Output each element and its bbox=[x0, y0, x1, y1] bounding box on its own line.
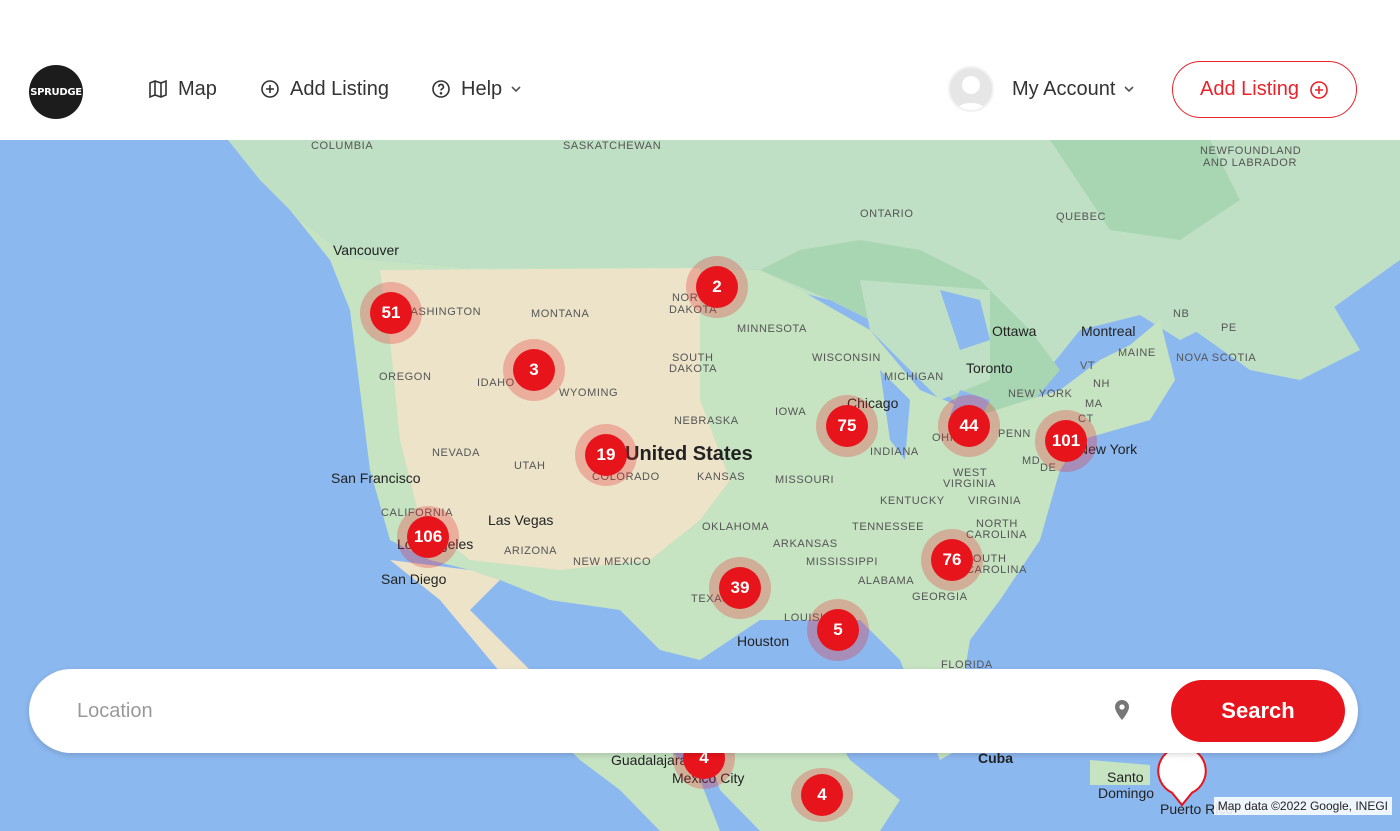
map-cluster-marker[interactable]: 101 bbox=[1035, 410, 1097, 472]
city-label: Santo bbox=[1107, 769, 1144, 785]
map-cluster-marker[interactable]: 5 bbox=[807, 599, 869, 661]
search-button[interactable]: Search bbox=[1171, 680, 1345, 742]
region-label: ALABAMA bbox=[858, 575, 915, 587]
city-label: Houston bbox=[737, 633, 790, 649]
region-label: VIRGINIA bbox=[968, 495, 1022, 507]
region-label: PENN bbox=[998, 428, 1031, 440]
city-label: San Francisco bbox=[331, 470, 421, 486]
location-search-bar: Search bbox=[29, 669, 1358, 753]
region-label: KANSAS bbox=[697, 471, 746, 483]
region-label: NOVA SCOTIA bbox=[1176, 352, 1257, 364]
nav-map[interactable]: Map bbox=[148, 74, 217, 104]
map-cluster-marker[interactable]: 19 bbox=[575, 424, 637, 486]
region-label: WYOMING bbox=[559, 387, 619, 399]
city-label: San Diego bbox=[381, 571, 447, 587]
city-label: Toronto bbox=[966, 360, 1013, 376]
map-icon bbox=[149, 79, 167, 99]
region-label: IOWA bbox=[775, 406, 807, 418]
city-label: Montreal bbox=[1081, 323, 1136, 339]
region-label: WISCONSIN bbox=[812, 352, 881, 364]
map-cluster-marker[interactable]: 75 bbox=[816, 395, 878, 457]
region-label: MISSISSIPPI bbox=[806, 556, 879, 568]
region-label: QUEBEC bbox=[1056, 211, 1107, 223]
add-listing-button[interactable]: Add Listing bbox=[1172, 61, 1357, 118]
map-cluster-marker[interactable]: 4 bbox=[791, 768, 853, 822]
city-label: Domingo bbox=[1098, 785, 1155, 801]
region-label: KENTUCKY bbox=[880, 495, 945, 507]
region-label: NEW YORK bbox=[1008, 388, 1073, 400]
region-label: TENNESSEE bbox=[852, 521, 925, 533]
region-label: VT bbox=[1080, 360, 1096, 372]
city-label: Vancouver bbox=[333, 242, 399, 258]
region-label: NEVADA bbox=[432, 447, 481, 459]
region-label: DAKOTA bbox=[669, 363, 718, 375]
map-cluster-marker[interactable]: 106 bbox=[397, 506, 459, 568]
sprudge-logo[interactable]: SPRUDGE bbox=[29, 65, 83, 119]
region-label: UTAH bbox=[514, 460, 546, 472]
avatar[interactable] bbox=[948, 66, 994, 112]
online-status-dot bbox=[984, 102, 992, 110]
question-circle-icon bbox=[432, 80, 450, 98]
map-cluster-marker[interactable]: 39 bbox=[709, 557, 771, 619]
region-label: COLUMBIA bbox=[311, 140, 374, 152]
region-label: GEORGIA bbox=[912, 591, 968, 603]
map-cluster-marker[interactable]: 51 bbox=[360, 282, 422, 344]
chevron-down-icon bbox=[511, 86, 521, 93]
region-label: MISSOURI bbox=[775, 474, 835, 486]
city-label: Ottawa bbox=[992, 323, 1037, 339]
map-attribution: Map data ©2022 Google, INEGI bbox=[1213, 797, 1392, 815]
region-label: OREGON bbox=[379, 371, 432, 383]
region-label: NB bbox=[1173, 308, 1190, 320]
location-input[interactable] bbox=[77, 693, 977, 729]
plus-circle-icon bbox=[1310, 80, 1328, 99]
region-label: ARKANSAS bbox=[773, 538, 838, 550]
region-label: INDIANA bbox=[870, 446, 919, 458]
region-label: VIRGINIA bbox=[943, 478, 997, 490]
map-cluster-marker[interactable]: 44 bbox=[938, 395, 1000, 457]
chevron-down-icon bbox=[1124, 86, 1134, 93]
region-label: ONTARIO bbox=[860, 208, 914, 220]
location-pin-marker[interactable] bbox=[1155, 745, 1209, 807]
region-label: ARIZONA bbox=[504, 545, 558, 557]
site-header: SPRUDGE Map Add Listing Help My Account … bbox=[0, 0, 1400, 140]
region-label: NH bbox=[1093, 378, 1111, 390]
my-account-menu[interactable]: My Account bbox=[1012, 74, 1145, 104]
map-cluster-marker[interactable]: 3 bbox=[503, 339, 565, 401]
map-cluster-marker[interactable]: 2 bbox=[686, 256, 748, 318]
region-label: AND LABRADOR bbox=[1203, 157, 1297, 169]
country-label: United States bbox=[625, 443, 753, 465]
region-label: NEW MEXICO bbox=[573, 556, 652, 568]
region-label: MICHIGAN bbox=[884, 371, 944, 383]
region-label: MAINE bbox=[1118, 347, 1156, 359]
region-label: MD bbox=[1022, 455, 1041, 467]
map-cluster-marker[interactable]: 76 bbox=[921, 529, 983, 591]
city-label: Las Vegas bbox=[488, 512, 554, 528]
nav-add-listing[interactable]: Add Listing bbox=[260, 74, 389, 104]
region-label: MINNESOTA bbox=[737, 323, 807, 335]
region-label: PE bbox=[1221, 322, 1237, 334]
region-label: NEWFOUNDLAND bbox=[1200, 145, 1302, 157]
region-label: OKLAHOMA bbox=[702, 521, 770, 533]
plus-circle-icon bbox=[261, 80, 279, 98]
region-label: MONTANA bbox=[531, 308, 590, 320]
map-pin-icon[interactable] bbox=[1115, 700, 1129, 720]
region-label: NEBRASKA bbox=[674, 415, 739, 427]
region-label: SASKATCHEWAN bbox=[563, 140, 662, 152]
nav-help[interactable]: Help bbox=[431, 74, 532, 104]
region-label: MA bbox=[1085, 398, 1103, 410]
